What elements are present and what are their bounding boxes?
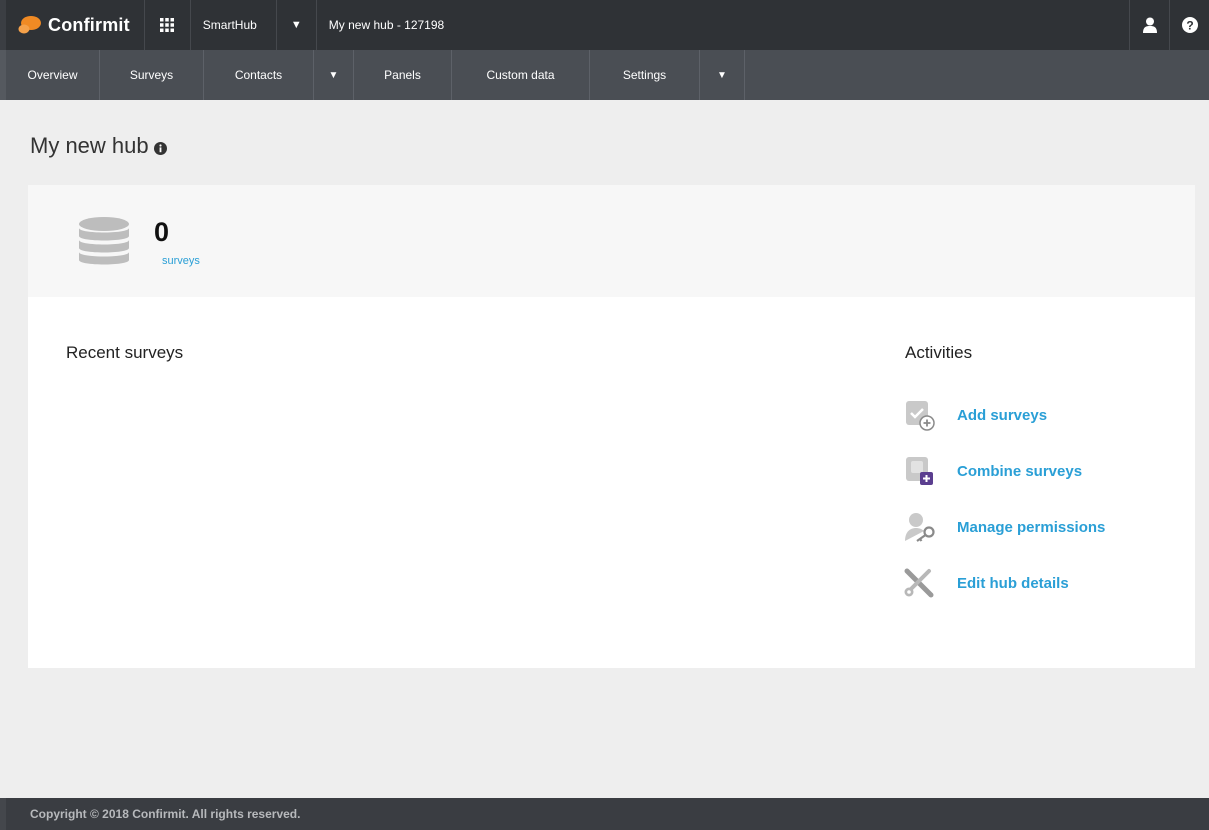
help-icon: ? xyxy=(1181,17,1198,33)
copyright-text: Copyright © 2018 Confirmit. All rights r… xyxy=(30,807,301,821)
recent-surveys-heading: Recent surveys xyxy=(66,343,184,362)
user-icon xyxy=(1142,17,1157,33)
edit-hub-details-link[interactable]: Edit hub details xyxy=(903,567,1069,599)
nav-panels[interactable]: Panels xyxy=(354,50,452,100)
nav-custom-data[interactable]: Custom data xyxy=(452,50,590,100)
add-surveys-label: Add surveys xyxy=(957,406,1048,424)
app-switcher-dropdown[interactable]: ▼ xyxy=(277,0,317,50)
nav-overview[interactable]: Overview xyxy=(6,50,100,100)
combine-surveys-link[interactable]: Combine surveys xyxy=(903,455,1082,487)
apps-grid-button[interactable] xyxy=(145,0,191,50)
survey-count: 0 xyxy=(154,217,170,247)
apps-grid-icon xyxy=(160,18,175,32)
brand-name: Confirmit xyxy=(48,14,130,35)
combine-surveys-label: Combine surveys xyxy=(957,462,1083,480)
combine-surveys-icon xyxy=(903,455,939,487)
add-surveys-link[interactable]: Add surveys xyxy=(903,399,1047,431)
svg-text:?: ? xyxy=(1186,19,1193,33)
permissions-key-icon xyxy=(903,511,939,543)
stats-panel: 0 surveys xyxy=(28,185,1195,297)
hub-card: 0 surveys Recent surveys Activities Add … xyxy=(28,185,1195,668)
chevron-down-icon: ▼ xyxy=(717,69,727,81)
top-bar-spacer xyxy=(456,0,1129,50)
top-bar: Confirmit SmartHub ▼ My new hub - 127198… xyxy=(0,0,1209,50)
info-icon[interactable] xyxy=(153,141,167,155)
activities-heading: Activities xyxy=(905,343,973,362)
user-menu-button[interactable] xyxy=(1129,0,1169,50)
wrench-icon xyxy=(903,567,939,599)
brand-logo[interactable]: Confirmit xyxy=(6,0,145,50)
edit-hub-details-label: Edit hub details xyxy=(957,574,1069,592)
app-switcher[interactable]: SmartHub xyxy=(191,0,277,50)
nav-settings[interactable]: Settings xyxy=(590,50,700,100)
database-icon xyxy=(79,217,129,265)
chevron-down-icon: ▼ xyxy=(328,69,339,81)
nav-surveys[interactable]: Surveys xyxy=(100,50,204,100)
main-nav: Overview Surveys Contacts ▼ Panels Custo… xyxy=(0,50,1209,100)
footer: Copyright © 2018 Confirmit. All rights r… xyxy=(0,798,1209,830)
manage-permissions-label: Manage permissions xyxy=(957,518,1106,536)
help-button[interactable]: ? xyxy=(1169,0,1209,50)
hub-label: My new hub - 127198 xyxy=(328,18,445,32)
page-title-text: My new hub xyxy=(30,133,149,158)
confirmit-logo-icon xyxy=(18,16,41,34)
survey-count-link[interactable]: surveys xyxy=(162,255,200,267)
chevron-down-icon: ▼ xyxy=(290,19,302,31)
nav-contacts[interactable]: Contacts xyxy=(204,50,314,100)
page-title: My new hub xyxy=(30,133,167,159)
nav-settings-dropdown[interactable]: ▼ xyxy=(700,50,745,100)
manage-permissions-link[interactable]: Manage permissions xyxy=(903,511,1105,543)
add-survey-icon xyxy=(903,399,939,431)
nav-contacts-dropdown[interactable]: ▼ xyxy=(314,50,354,100)
